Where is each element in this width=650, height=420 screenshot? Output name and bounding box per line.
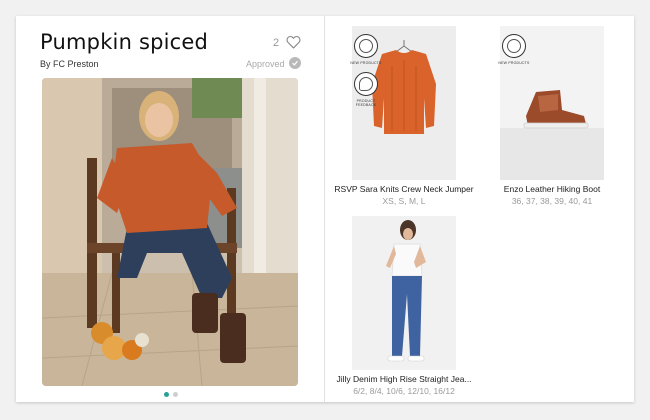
carousel-dots bbox=[164, 392, 184, 398]
panel-divider bbox=[324, 16, 325, 402]
product-sizes: 6/2, 8/4, 10/6, 12/10, 16/12 bbox=[353, 386, 455, 396]
product-name[interactable]: Jilly Denim High Rise Straight Jea... bbox=[332, 374, 476, 384]
product-image[interactable] bbox=[352, 216, 456, 370]
new-products-icon bbox=[354, 34, 378, 58]
badge-caption: NEW PRODUCTS bbox=[498, 61, 530, 65]
product-sizes: XS, S, M, L bbox=[382, 196, 426, 206]
carousel-dot[interactable] bbox=[173, 392, 178, 397]
like-count: 2 bbox=[273, 37, 280, 49]
badge-caption: NEW PRODUCTS bbox=[350, 61, 382, 65]
carousel-dot-active[interactable] bbox=[164, 392, 169, 397]
look-author[interactable]: By FC Preston bbox=[40, 59, 99, 69]
look-card: Pumpkin spiced 2 By FC Preston Approved bbox=[16, 16, 634, 402]
approval-status: Approved bbox=[246, 59, 285, 69]
badge-caption: PRODUCT FEEDBACK bbox=[355, 99, 377, 107]
heart-icon[interactable] bbox=[286, 35, 301, 49]
check-circle-icon bbox=[289, 57, 301, 69]
product-name[interactable]: RSVP Sara Knits Crew Neck Jumper bbox=[332, 184, 476, 194]
product-sizes: 36, 37, 38, 39, 40, 41 bbox=[511, 196, 593, 206]
look-title: Pumpkin spiced bbox=[40, 30, 209, 54]
product-name[interactable]: Enzo Leather Hiking Boot bbox=[480, 184, 624, 194]
new-products-icon bbox=[502, 34, 526, 58]
product-feedback-icon bbox=[354, 72, 378, 96]
look-photo[interactable] bbox=[42, 78, 298, 386]
